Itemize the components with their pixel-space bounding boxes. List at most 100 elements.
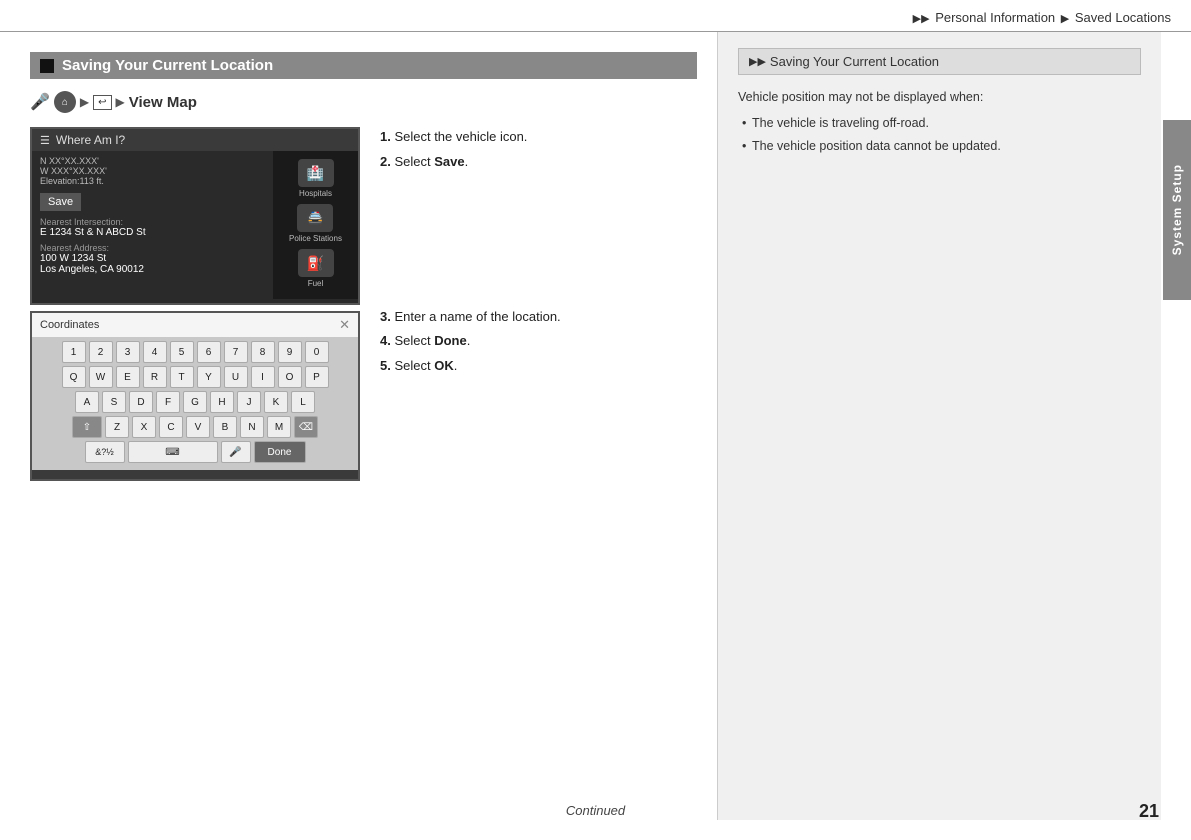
key-x[interactable]: X bbox=[132, 416, 156, 438]
police-label: Police Stations bbox=[289, 234, 342, 243]
instruction-2: 2. Select Save. bbox=[380, 152, 697, 173]
page-number: 21 bbox=[1139, 801, 1159, 822]
section-title: Saving Your Current Location bbox=[62, 57, 273, 74]
coord1: N XX°XX.XXX' bbox=[40, 156, 265, 166]
key-z[interactable]: Z bbox=[105, 416, 129, 438]
key-5[interactable]: 5 bbox=[170, 341, 194, 363]
nearest-intersection-value: E 1234 St & N ABCD St bbox=[40, 227, 265, 238]
key-i[interactable]: I bbox=[251, 366, 275, 388]
instruction-4: 4. Select Done. bbox=[380, 331, 697, 352]
key-a[interactable]: A bbox=[75, 391, 99, 413]
keyboard-header: Coordinates ✕ bbox=[32, 313, 358, 337]
key-n[interactable]: N bbox=[240, 416, 264, 438]
system-setup-label: System Setup bbox=[1170, 164, 1184, 255]
right-section-title: Saving Your Current Location bbox=[770, 54, 939, 69]
home-icon: ⌂ bbox=[54, 91, 76, 113]
key-m[interactable]: M bbox=[267, 416, 291, 438]
key-q[interactable]: Q bbox=[62, 366, 86, 388]
screenshot-keyboard: Coordinates ✕ 1 2 3 4 5 6 7 bbox=[30, 311, 360, 481]
key-j[interactable]: J bbox=[237, 391, 261, 413]
key-r[interactable]: R bbox=[143, 366, 167, 388]
nearest-address-2: Los Angeles, CA 90012 bbox=[40, 264, 265, 275]
coord2: W XXX°XX.XXX' bbox=[40, 166, 265, 176]
key-4[interactable]: 4 bbox=[143, 341, 167, 363]
right-panel: ▶▶ Saving Your Current Location Vehicle … bbox=[718, 32, 1161, 820]
screen1-body: N XX°XX.XXX' W XXX°XX.XXX' Elevation:113… bbox=[32, 151, 358, 299]
key-h[interactable]: H bbox=[210, 391, 234, 413]
elevation: Elevation:113 ft. bbox=[40, 176, 265, 186]
main-layout: Saving Your Current Location 🎤 ⌂ ▶ ↩ ▶ V… bbox=[0, 32, 1191, 820]
nearest-intersection-label: Nearest Intersection: bbox=[40, 217, 265, 227]
done-button[interactable]: Done bbox=[254, 441, 306, 463]
close-icon[interactable]: ✕ bbox=[339, 317, 350, 333]
key-1[interactable]: 1 bbox=[62, 341, 86, 363]
key-v[interactable]: V bbox=[186, 416, 210, 438]
key-delete[interactable]: ⌫ bbox=[294, 416, 318, 438]
key-space[interactable]: ⌨ bbox=[128, 441, 218, 463]
left-content: Saving Your Current Location 🎤 ⌂ ▶ ↩ ▶ V… bbox=[0, 32, 718, 820]
instructions-column: 1. Select the vehicle icon. 2. Select Sa… bbox=[380, 127, 697, 481]
key-o[interactable]: O bbox=[278, 366, 302, 388]
save-button[interactable]: Save bbox=[40, 193, 81, 211]
screenshots-column: ☰ Where Am I? N XX°XX.XXX' W XXX°XX.XXX'… bbox=[30, 127, 360, 481]
save-bold: Save bbox=[434, 154, 464, 169]
instruction-3: 3. Enter a name of the location. bbox=[380, 307, 697, 328]
screenshot-where-am-i: ☰ Where Am I? N XX°XX.XXX' W XXX°XX.XXX'… bbox=[30, 127, 360, 305]
section-icon bbox=[40, 59, 54, 73]
key-e[interactable]: E bbox=[116, 366, 140, 388]
kbd-row-bottom: &?½ ⌨ 🎤 Done bbox=[36, 441, 354, 463]
ok-bold: OK bbox=[434, 358, 454, 373]
nav-icons: 🎤 ⌂ ▶ ↩ ▶ View Map bbox=[30, 91, 697, 113]
key-8[interactable]: 8 bbox=[251, 341, 275, 363]
key-w[interactable]: W bbox=[89, 366, 113, 388]
hospital-label: Hospitals bbox=[299, 189, 332, 198]
right-section-header: ▶▶ Saving Your Current Location bbox=[738, 48, 1141, 75]
instruction-1: 1. Select the vehicle icon. bbox=[380, 127, 697, 148]
right-panel-body: Vehicle position may not be displayed wh… bbox=[738, 87, 1141, 156]
kbd-row-qwerty: Q W E R T Y U I O P bbox=[36, 366, 354, 388]
back-icon: ↩ bbox=[93, 95, 111, 110]
kbd-row-numbers: 1 2 3 4 5 6 7 8 9 0 bbox=[36, 341, 354, 363]
nearest-address-label: Nearest Address: bbox=[40, 243, 265, 253]
key-0[interactable]: 0 bbox=[305, 341, 329, 363]
instruction-5: 5. Select OK. bbox=[380, 356, 697, 377]
key-l[interactable]: L bbox=[291, 391, 315, 413]
key-p[interactable]: P bbox=[305, 366, 329, 388]
nav-view-map: View Map bbox=[129, 94, 197, 111]
key-u[interactable]: U bbox=[224, 366, 248, 388]
key-g[interactable]: G bbox=[183, 391, 207, 413]
key-c[interactable]: C bbox=[159, 416, 183, 438]
key-mic[interactable]: 🎤 bbox=[221, 441, 251, 463]
key-symbols[interactable]: &?½ bbox=[85, 441, 125, 463]
continued-text: Continued bbox=[566, 803, 625, 818]
key-6[interactable]: 6 bbox=[197, 341, 221, 363]
sidebar-police: 🚔 Police Stations bbox=[289, 204, 342, 243]
done-bold: Done bbox=[434, 333, 467, 348]
bullet-1: The vehicle is traveling off-road. bbox=[742, 113, 1141, 133]
keyboard-title: Coordinates bbox=[40, 319, 99, 331]
system-setup-tab: System Setup bbox=[1163, 120, 1191, 300]
nav-arrow-2: ▶ bbox=[116, 95, 125, 109]
sidebar-hospitals: 🏥 Hospitals bbox=[298, 159, 334, 198]
key-2[interactable]: 2 bbox=[89, 341, 113, 363]
key-s[interactable]: S bbox=[102, 391, 126, 413]
key-b[interactable]: B bbox=[213, 416, 237, 438]
header: ▶▶ Personal Information ▶ Saved Location… bbox=[0, 0, 1191, 32]
section-header: Saving Your Current Location bbox=[30, 52, 697, 79]
nearest-address-1: 100 W 1234 St bbox=[40, 253, 265, 264]
nav-arrow-1: ▶ bbox=[80, 95, 89, 109]
key-3[interactable]: 3 bbox=[116, 341, 140, 363]
key-d[interactable]: D bbox=[129, 391, 153, 413]
key-t[interactable]: T bbox=[170, 366, 194, 388]
intro-text: Vehicle position may not be displayed wh… bbox=[738, 87, 1141, 107]
key-9[interactable]: 9 bbox=[278, 341, 302, 363]
key-k[interactable]: K bbox=[264, 391, 288, 413]
breadcrumb: ▶▶ Personal Information ▶ Saved Location… bbox=[911, 10, 1171, 25]
key-shift[interactable]: ⇧ bbox=[72, 416, 102, 438]
menu-icon: ☰ bbox=[40, 134, 50, 147]
key-7[interactable]: 7 bbox=[224, 341, 248, 363]
bullet-list: The vehicle is traveling off-road. The v… bbox=[738, 113, 1141, 156]
key-f[interactable]: F bbox=[156, 391, 180, 413]
key-y[interactable]: Y bbox=[197, 366, 221, 388]
police-icon: 🚔 bbox=[297, 204, 333, 232]
